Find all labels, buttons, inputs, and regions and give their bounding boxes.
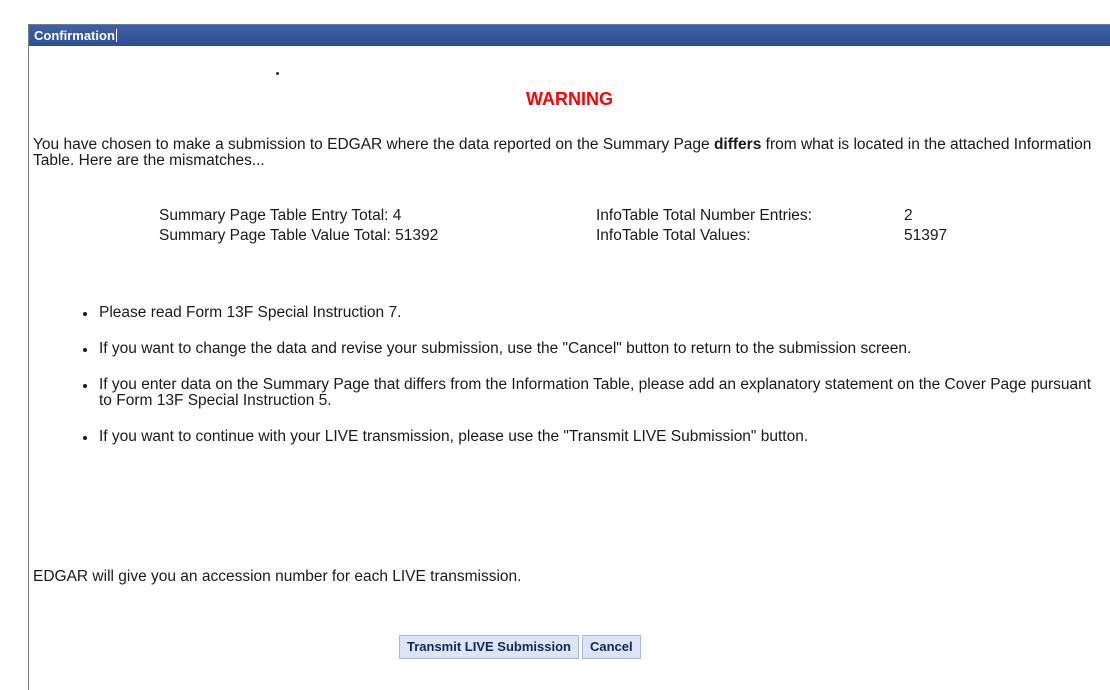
intro-bold-word: differs xyxy=(713,136,762,153)
warning-intro: You have chosen to make a submission to … xyxy=(33,137,1103,169)
summary-entry-label: Summary Page Table Entry Total: xyxy=(159,207,389,224)
text-cursor xyxy=(115,29,117,42)
mismatch-row-values: Summary Page Table Value Total: 51392 In… xyxy=(159,226,947,246)
button-row: Transmit LIVE Submission Cancel xyxy=(399,635,644,659)
summary-entry-value: 4 xyxy=(392,207,402,224)
instruction-item: If you want to change the data and revis… xyxy=(97,341,1097,357)
mismatch-row-entries: Summary Page Table Entry Total: 4 InfoTa… xyxy=(159,206,947,226)
stray-dot xyxy=(276,72,279,75)
instruction-item: Please read Form 13F Special Instruction… xyxy=(97,305,1097,321)
summary-value-label: Summary Page Table Value Total: xyxy=(159,227,391,244)
warning-heading: WARNING xyxy=(526,89,613,109)
dialog-titlebar: Confirmation xyxy=(29,25,1110,46)
mismatch-table: Summary Page Table Entry Total: 4 InfoTa… xyxy=(159,206,947,246)
instruction-item: If you want to continue with your LIVE t… xyxy=(97,429,1097,445)
mismatch-summary: Summary Page Table Entry Total: 4 InfoTa… xyxy=(159,206,947,246)
confirmation-dialog: Confirmation WARNING You have chosen to … xyxy=(28,24,1110,690)
infotable-entry-value: 2 xyxy=(904,207,913,224)
infotable-value-label: InfoTable Total Values: xyxy=(596,227,751,244)
cancel-button[interactable]: Cancel xyxy=(581,635,641,659)
instruction-item: If you enter data on the Summary Page th… xyxy=(97,377,1097,409)
instruction-list: Please read Form 13F Special Instruction… xyxy=(77,305,1097,465)
dialog-title: Confirmation xyxy=(34,28,115,43)
transmit-live-submission-button[interactable]: Transmit LIVE Submission xyxy=(399,635,579,659)
summary-value-value: 51392 xyxy=(395,227,439,244)
closing-note: EDGAR will give you an accession number … xyxy=(33,568,522,585)
infotable-entry-label: InfoTable Total Number Entries: xyxy=(596,207,812,224)
intro-text-before: You have chosen to make a submission to … xyxy=(33,136,714,153)
summary-value-total: Summary Page Table Value Total: 51392 xyxy=(159,226,596,246)
summary-entry-total: Summary Page Table Entry Total: 4 xyxy=(159,206,596,226)
infotable-value-value: 51397 xyxy=(904,227,948,244)
